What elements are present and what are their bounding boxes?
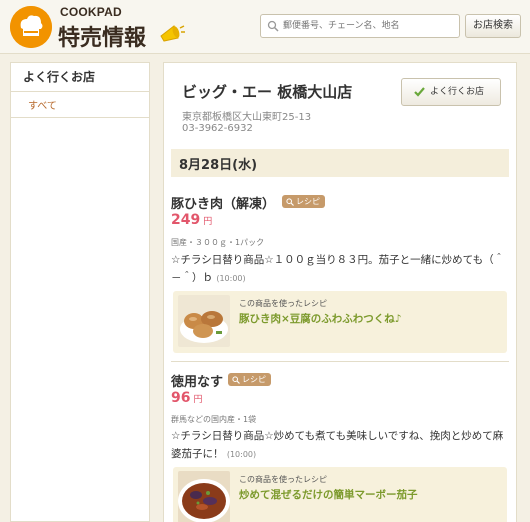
favorite-store-button[interactable]: よく行くお店	[401, 78, 501, 106]
recipe-thumbnail[interactable]	[178, 471, 230, 522]
recipe-tag[interactable]: レシピ	[282, 195, 325, 208]
description-text: ☆チラシ日替り商品☆炒めても煮ても美味しいですね、挽肉と炒めて麻婆茄子に！	[171, 430, 504, 460]
search-input[interactable]	[283, 17, 455, 35]
sidebar-title: よく行くお店	[11, 63, 149, 92]
timestamp: (10:00)	[226, 450, 257, 459]
price-unit: 円	[193, 395, 203, 405]
store-address: 東京都板橋区大山東町25-13	[182, 112, 312, 123]
item-origin: 群馬などの国内産・1袋	[171, 415, 257, 424]
recipe-thumbnail[interactable]	[178, 295, 230, 347]
favorite-store-label: よく行くお店	[430, 87, 485, 97]
search-field[interactable]	[260, 14, 460, 38]
logo-title[interactable]: 特売情報	[58, 20, 146, 52]
recipe-title-link[interactable]: 豚ひき肉×豆腐のふわふわつくね♪	[239, 311, 402, 326]
store-tel: 03-3962-6932	[182, 123, 253, 134]
item-origin: 国産・３００ｇ・1パック	[171, 238, 265, 247]
price-value: 96	[171, 390, 191, 406]
check-icon	[414, 87, 425, 97]
store-search-button[interactable]: お店検索	[465, 14, 521, 38]
recipe-tag-label: レシピ	[296, 197, 320, 206]
chef-hat-icon[interactable]	[10, 6, 52, 48]
sale-item: 徳用なす レシピ 96 円 群馬などの国内産・1袋 ☆チラシ日替り商品☆炒めても煮…	[171, 371, 509, 522]
item-description: ☆チラシ日替り商品☆炒めても煮ても美味しいですね、挽肉と炒めて麻婆茄子に！ (1…	[171, 427, 509, 464]
recipe-tag[interactable]: レシピ	[228, 373, 271, 386]
recipe-tag-label: レシピ	[242, 375, 266, 384]
sidebar-item-all[interactable]: すべて	[11, 92, 149, 118]
search-icon	[232, 376, 240, 384]
recipe-label: この商品を使ったレシピ	[239, 475, 327, 484]
recipe-card[interactable]: この商品を使ったレシピ 炒めて混ぜるだけの簡単マーボー茄子	[173, 467, 507, 522]
item-price: 249 円	[171, 212, 212, 228]
timestamp: (10:00)	[216, 274, 246, 283]
recipe-title-link[interactable]: 炒めて混ぜるだけの簡単マーボー茄子	[239, 487, 418, 502]
recipe-label: この商品を使ったレシピ	[239, 299, 327, 308]
header: COOKPAD 特売情報 お店検索	[0, 0, 530, 54]
sale-item: 豚ひき肉（解凍） レシピ 249 円 国産・３００ｇ・1パック ☆チラシ日替り商品…	[171, 193, 509, 363]
search-icon	[267, 20, 279, 32]
search-icon	[286, 198, 294, 206]
date-heading: 8月28日(水)	[171, 149, 509, 177]
logo-brand[interactable]: COOKPAD	[60, 5, 122, 19]
item-name[interactable]: 徳用なす	[171, 371, 223, 390]
main-content: ビッグ・エー 板橋大山店 よく行くお店 東京都板橋区大山東町25-13 03-3…	[163, 62, 517, 522]
store-name: ビッグ・エー 板橋大山店	[182, 83, 353, 101]
item-price: 96 円	[171, 390, 203, 406]
recipe-card[interactable]: この商品を使ったレシピ 豚ひき肉×豆腐のふわふわつくね♪	[173, 291, 507, 353]
item-description: ☆チラシ日替り商品☆１００ｇ当り８３円。茄子と一緒に炒めても（＾－＾）ｂ (10…	[171, 251, 509, 288]
price-unit: 円	[203, 217, 213, 227]
price-value: 249	[171, 212, 201, 228]
sidebar: よく行くお店 すべて	[10, 62, 150, 522]
item-name[interactable]: 豚ひき肉（解凍）	[171, 193, 275, 212]
megaphone-icon	[158, 22, 186, 50]
divider	[171, 361, 509, 362]
